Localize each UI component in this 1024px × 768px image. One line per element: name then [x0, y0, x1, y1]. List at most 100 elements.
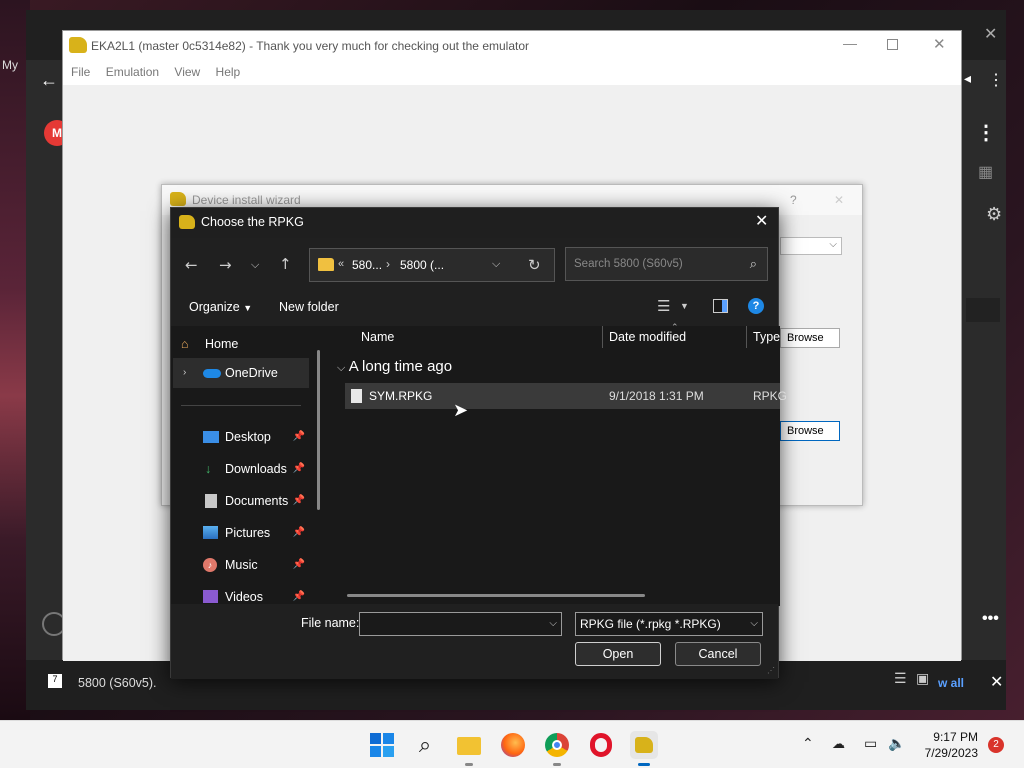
- overflow-chevron-icon[interactable]: «: [338, 258, 344, 270]
- network-icon[interactable]: ☁: [832, 736, 845, 752]
- dialog-bottom-bar: File name: ⌵ RPKG file (*.rpkg *.RPKG) ⌵…: [171, 604, 778, 679]
- background-panel-box: [966, 298, 1000, 322]
- list-view-icon[interactable]: ☰: [894, 670, 907, 687]
- close-window-icon[interactable]: ✕: [933, 35, 946, 53]
- column-divider[interactable]: [602, 326, 603, 348]
- wizard-device-dropdown[interactable]: ⌵: [780, 237, 842, 255]
- nav-scrollbar[interactable]: [317, 350, 320, 510]
- background-close-icon[interactable]: ✕: [984, 24, 997, 44]
- back-arrow-icon[interactable]: ←: [185, 256, 198, 274]
- dialog-title: Choose the RPKG: [201, 215, 304, 229]
- menu-view[interactable]: View: [174, 61, 200, 83]
- nav-item-documents[interactable]: Documents 📌: [181, 486, 309, 516]
- windows-logo-tile: [383, 733, 394, 744]
- recent-locations-icon[interactable]: ⌵: [251, 258, 259, 272]
- help-icon[interactable]: ?: [748, 298, 764, 314]
- breadcrumb-segment-2[interactable]: 5800 (...: [400, 258, 444, 272]
- refresh-icon[interactable]: ↻: [528, 256, 541, 274]
- file-row[interactable]: SYM.RPKG 9/1/2018 1:31 PM RPKG: [345, 383, 787, 409]
- nav-item-home[interactable]: ⌂ Home: [181, 329, 309, 359]
- nav-item-pictures[interactable]: Pictures 📌: [181, 518, 309, 548]
- dialog-titlebar: Choose the RPKG ✕: [171, 208, 778, 238]
- search-icon[interactable]: ⌕: [411, 731, 439, 759]
- display-icon[interactable]: ▭: [864, 735, 877, 752]
- show-hidden-icons-icon[interactable]: ⌃: [802, 735, 814, 752]
- emulator-titlebar: EKA2L1 (master 0c5314e82) - Thank you ve…: [63, 31, 961, 61]
- view-all-link[interactable]: w all: [938, 676, 964, 690]
- tile-view-icon[interactable]: ▣: [916, 670, 929, 687]
- up-arrow-icon[interactable]: ↑: [279, 255, 292, 273]
- resize-grip-icon[interactable]: ⋰: [767, 666, 775, 675]
- search-placeholder: Search 5800 (S60v5): [574, 258, 683, 270]
- help-icon[interactable]: ?: [790, 185, 797, 215]
- nav-item-desktop[interactable]: Desktop 📌: [181, 422, 309, 452]
- pin-icon[interactable]: 📌: [293, 422, 305, 452]
- horizontal-scrollbar[interactable]: [347, 594, 645, 597]
- pin-icon[interactable]: 📌: [293, 486, 305, 516]
- more-horizontal-icon[interactable]: •••: [982, 610, 999, 628]
- group-header[interactable]: ⌵ A long time ago: [337, 358, 452, 375]
- browse-button-1[interactable]: Browse: [780, 328, 840, 348]
- view-dropdown-icon[interactable]: ▼: [680, 301, 689, 311]
- gear-icon[interactable]: ⚙: [986, 204, 1002, 225]
- collapse-chevron-icon[interactable]: ⌵: [337, 362, 345, 374]
- video-icon: [203, 590, 218, 603]
- minimize-icon[interactable]: —: [843, 35, 857, 51]
- open-button[interactable]: Open: [575, 642, 661, 666]
- notification-badge[interactable]: 2: [988, 737, 1004, 753]
- maximize-icon[interactable]: [887, 39, 898, 50]
- menu-file[interactable]: File: [71, 61, 90, 83]
- opera-shape: [590, 733, 612, 757]
- navigation-pane: ⌂ Home › OneDrive Desktop 📌 ↓ Downloads …: [171, 326, 329, 606]
- background-partial-text: My: [2, 58, 18, 72]
- column-header-date[interactable]: Date modified: [609, 330, 686, 344]
- column-divider[interactable]: [746, 326, 747, 348]
- grid-icon[interactable]: ▦: [978, 162, 993, 182]
- file-name-input[interactable]: ⌵: [359, 612, 562, 636]
- view-options-icon[interactable]: ☰: [657, 297, 670, 315]
- organize-button[interactable]: Organize ▼: [189, 300, 252, 314]
- expand-chevron-icon[interactable]: ›: [183, 358, 186, 388]
- cancel-button[interactable]: Cancel: [675, 642, 761, 666]
- browse-button-2[interactable]: Browse: [780, 421, 840, 441]
- nav-item-music[interactable]: ♪ Music 📌: [181, 550, 309, 580]
- more-vertical-icon[interactable]: ⋮: [988, 70, 1004, 90]
- breadcrumb-segment-1[interactable]: 580...: [352, 258, 382, 272]
- download-icon: ↓: [205, 462, 212, 476]
- address-bar[interactable]: « 580... › 5800 (... ⌵ ↻: [309, 248, 555, 282]
- search-input[interactable]: Search 5800 (S60v5) ⌕: [565, 247, 768, 281]
- forward-arrow-icon[interactable]: →: [219, 256, 232, 274]
- nav-label-home: Home: [205, 337, 239, 351]
- chrome-center: [552, 740, 562, 750]
- back-arrow-icon[interactable]: ←: [40, 70, 58, 91]
- volume-icon[interactable]: 🔈: [888, 735, 905, 752]
- pin-icon[interactable]: 📌: [293, 454, 305, 484]
- dialog-close-icon[interactable]: ✕: [755, 208, 768, 236]
- file-name-dropdown-icon[interactable]: ⌵: [549, 613, 557, 635]
- firefox-icon[interactable]: [499, 731, 527, 759]
- nav-item-onedrive[interactable]: › OneDrive: [173, 358, 309, 388]
- wizard-close-icon[interactable]: ✕: [834, 185, 844, 215]
- search-icon: ⌕: [749, 256, 757, 271]
- menu-emulation[interactable]: Emulation: [106, 61, 159, 83]
- opera-icon[interactable]: [587, 731, 615, 759]
- new-folder-button[interactable]: New folder: [279, 300, 339, 314]
- organize-label: Organize: [189, 300, 240, 314]
- column-header-name[interactable]: Name: [361, 330, 394, 344]
- close-icon[interactable]: ✕: [990, 672, 1003, 692]
- chrome-icon[interactable]: [543, 731, 571, 766]
- column-header-type[interactable]: Type: [753, 330, 780, 344]
- eka2l1-taskbar-icon[interactable]: [630, 731, 658, 766]
- address-dropdown-icon[interactable]: ⌵: [492, 258, 500, 271]
- menu-help[interactable]: Help: [216, 61, 241, 83]
- pin-icon[interactable]: 📌: [293, 550, 305, 580]
- pin-icon[interactable]: 📌: [293, 518, 305, 548]
- more-vertical-icon-2[interactable]: ⋮: [976, 120, 996, 145]
- file-type-filter[interactable]: RPKG file (*.rpkg *.RPKG) ⌵: [575, 612, 763, 636]
- clock[interactable]: 9:17 PM 7/29/2023: [918, 729, 978, 761]
- chevron-down-icon: ⌵: [829, 239, 837, 250]
- file-explorer-icon[interactable]: [455, 731, 483, 766]
- preview-pane-icon[interactable]: [713, 299, 728, 313]
- nav-item-downloads[interactable]: ↓ Downloads 📌: [181, 454, 309, 484]
- start-button[interactable]: [368, 731, 396, 759]
